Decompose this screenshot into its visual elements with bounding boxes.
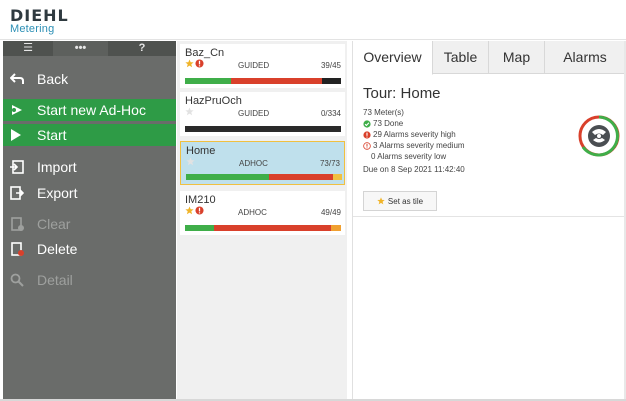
alarms-low-text: 0 Alarms severity low [371, 152, 447, 161]
alarm-medium-icon [363, 141, 371, 150]
alarms-high-text: 29 Alarms severity high [373, 130, 456, 139]
alarm-icon [195, 206, 204, 215]
tour-status-icons [186, 157, 195, 166]
tour-item-hazpruoch[interactable]: HazPruOch GUIDED 0/334 [180, 92, 345, 136]
done-count-text: 73 Done [373, 119, 404, 128]
meters-count: 73 Meter(s) [363, 108, 404, 117]
tour-count: 39/45 [320, 61, 341, 70]
progress-segment [185, 225, 215, 231]
tour-type: ADHOC [239, 159, 268, 168]
tab-overview[interactable]: Overview [353, 41, 433, 75]
tour-progress-bar [185, 225, 341, 231]
tour-name: IM210 [185, 194, 216, 206]
tour-status-icons [185, 107, 194, 116]
sidebar: ☰ ••• ? Back Start new Ad-Hoc Start Impo… [3, 41, 176, 399]
due-date: Due on 8 Sep 2021 11:42:40 [363, 165, 465, 174]
import-icon [10, 160, 32, 174]
tour-list: Baz_Cn GUIDED 39/45 HazPruOch GUIDED 0/3… [177, 41, 347, 399]
sidebar-tabs: ☰ ••• ? [3, 41, 176, 56]
back-button[interactable]: Back [3, 68, 176, 90]
menu-icon[interactable]: ☰ [3, 41, 53, 56]
progress-segment [331, 225, 341, 231]
tour-type: GUIDED [238, 61, 270, 70]
tour-name: Baz_Cn [185, 47, 225, 59]
star-outline-icon[interactable] [185, 107, 194, 116]
progress-segment [268, 174, 333, 180]
star-icon [377, 197, 385, 205]
tab-alarms[interactable]: Alarms [545, 41, 625, 74]
alarm-high-icon [363, 130, 371, 139]
divider [353, 216, 625, 217]
progress-segment [230, 78, 322, 84]
progress-segment [214, 225, 332, 231]
progress-segment [321, 78, 341, 84]
due-date-text: Due on 8 Sep 2021 11:42:40 [363, 165, 465, 174]
start-new-adhoc-button[interactable]: Start new Ad-Hoc [3, 99, 176, 121]
export-icon [10, 186, 32, 200]
tour-progress-gauge [577, 114, 621, 158]
tour-status-icons [185, 206, 204, 215]
set-as-tile-label: Set as tile [387, 196, 424, 206]
clear-button[interactable]: Clear [3, 213, 176, 235]
tour-name: HazPruOch [185, 95, 242, 107]
start-new-adhoc-label: Start new Ad-Hoc [37, 102, 146, 118]
tour-type: ADHOC [238, 208, 267, 217]
brand-subtitle: Metering [10, 23, 55, 35]
import-label: Import [37, 159, 77, 175]
start-label: Start [37, 127, 67, 143]
alarms-medium-text: 3 Alarms severity medium [373, 141, 465, 150]
progress-segment [186, 174, 269, 180]
tour-progress-bar [186, 174, 342, 180]
set-as-tile-button[interactable]: Set as tile [363, 191, 437, 211]
delete-icon [10, 242, 32, 256]
export-label: Export [37, 185, 78, 201]
star-icon[interactable] [185, 206, 194, 215]
alarms-low: 0 Alarms severity low [371, 152, 446, 161]
tour-detail-panel: Overview Table Map Alarms Tour: Home 73 … [352, 41, 625, 399]
detail-button[interactable]: Detail [3, 269, 176, 291]
export-button[interactable]: Export [3, 182, 176, 204]
alarm-icon [195, 59, 204, 68]
play-icon [10, 128, 32, 142]
app-header: DIEHL Metering [0, 0, 626, 40]
tour-title: Tour: Home [363, 85, 441, 102]
tour-progress-bar [185, 78, 341, 84]
star-icon[interactable] [185, 59, 194, 68]
tour-count: 49/49 [320, 208, 341, 217]
detail-tabs: Overview Table Map Alarms [353, 41, 625, 75]
done-count: 73 Done [363, 119, 403, 128]
progress-segment [185, 78, 231, 84]
more-icon[interactable]: ••• [53, 41, 108, 56]
back-arrow-icon [10, 73, 32, 85]
tour-count: 73/73 [319, 159, 340, 168]
alarms-medium: 3 Alarms severity medium [363, 141, 465, 150]
star-outline-icon[interactable] [186, 157, 195, 166]
detail-label: Detail [37, 272, 73, 288]
tab-map[interactable]: Map [489, 41, 545, 74]
delete-button[interactable]: Delete [3, 238, 176, 260]
delete-label: Delete [37, 241, 78, 257]
tour-item-baz-cn[interactable]: Baz_Cn GUIDED 39/45 [180, 44, 345, 88]
back-label: Back [37, 71, 69, 87]
tour-status-icons [185, 59, 204, 68]
clear-label: Clear [37, 216, 71, 232]
check-icon [363, 119, 371, 128]
import-button[interactable]: Import [3, 156, 176, 178]
progress-segment [332, 174, 342, 180]
tour-progress-bar [185, 126, 341, 132]
tab-table[interactable]: Table [433, 41, 489, 74]
clear-icon [10, 217, 32, 231]
alarms-high: 29 Alarms severity high [363, 130, 456, 139]
tour-item-home[interactable]: Home ADHOC 73/73 [180, 141, 345, 185]
tour-count: 0/334 [320, 109, 341, 118]
meters-count-text: 73 Meter(s) [363, 108, 404, 117]
tour-type: GUIDED [238, 109, 270, 118]
progress-segment [185, 126, 341, 132]
tour-name: Home [186, 145, 216, 157]
start-button[interactable]: Start [3, 124, 176, 146]
tour-item-im210[interactable]: IM210 ADHOC 49/49 [180, 191, 345, 235]
help-icon[interactable]: ? [108, 41, 176, 56]
start-adhoc-icon [10, 103, 32, 117]
search-icon [10, 273, 32, 287]
